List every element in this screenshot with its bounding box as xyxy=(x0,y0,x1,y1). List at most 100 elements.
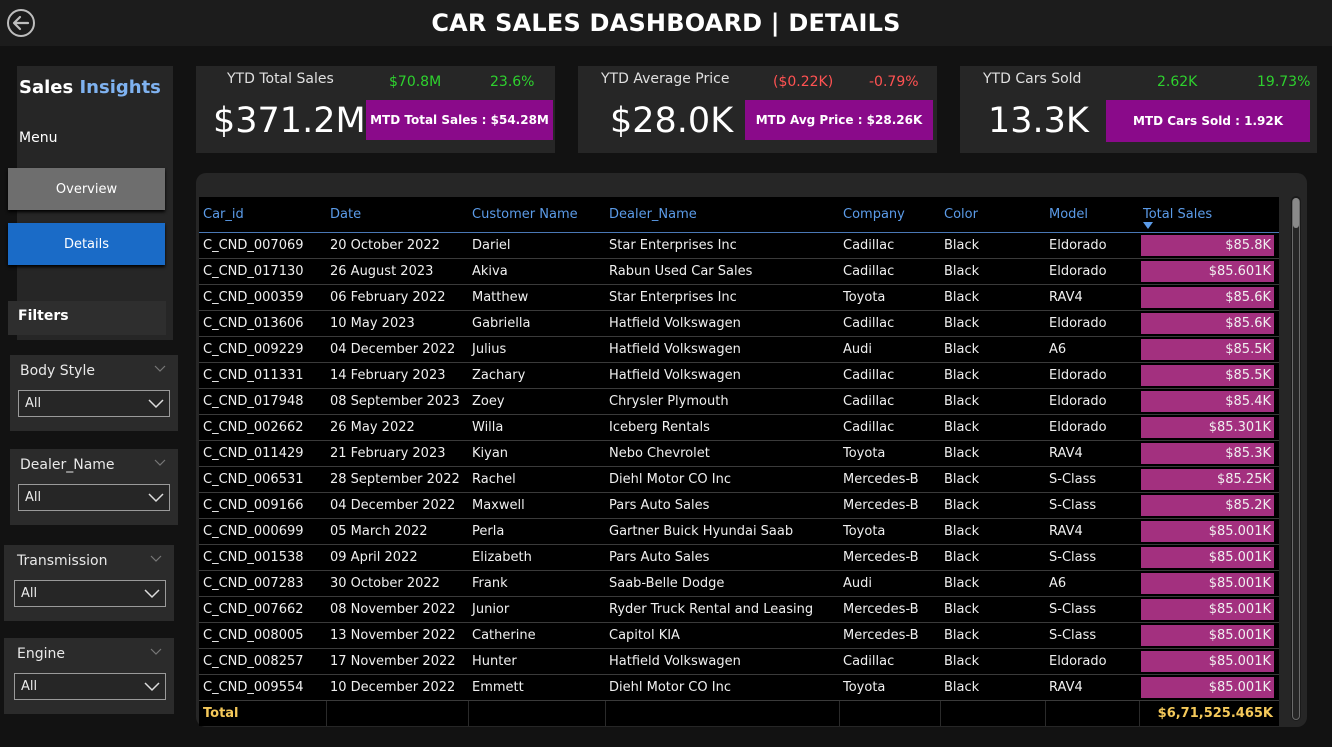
total-sales-cell: $85.8K xyxy=(1139,232,1279,259)
table-cell: Saab-Belle Dodge xyxy=(605,570,839,597)
table-row[interactable]: C_CND_008005 13 November 2022 Catherine Cap… xyxy=(199,622,1279,649)
table-row[interactable]: C_CND_000699 05 March 2022 Perla Gartner Bu… xyxy=(199,518,1279,545)
mtd-avg-price-button[interactable]: MTD Avg Price : $28.26K xyxy=(745,100,933,140)
chevron-down-icon[interactable] xyxy=(150,555,162,563)
table-row[interactable]: C_CND_011429 21 February 2023 Kiyan Nebo Ch… xyxy=(199,440,1279,467)
total-sales-cell: $85.25K xyxy=(1139,466,1279,493)
scrollbar-track-outline[interactable] xyxy=(1292,198,1300,720)
table-cell: C_CND_009554 xyxy=(199,674,326,701)
table-row[interactable]: C_CND_008257 17 November 2022 Hunter Hatfie… xyxy=(199,648,1279,675)
table-row[interactable]: C_CND_009554 10 December 2022 Emmett Diehl … xyxy=(199,674,1279,701)
table-cell: Zachary xyxy=(468,362,605,389)
table-cell: Toyota xyxy=(839,440,940,467)
column-header[interactable]: Car_id xyxy=(199,197,326,233)
kpi-value: $371.2M xyxy=(213,101,366,141)
sort-desc-icon xyxy=(1143,221,1153,229)
sales-data-bar: $85.001K xyxy=(1141,598,1274,620)
total-empty-cell xyxy=(939,699,1045,726)
table-row[interactable]: C_CND_007662 08 November 2022 Junior Ryder … xyxy=(199,596,1279,623)
table-cell: Star Enterprises Inc xyxy=(605,232,839,259)
total-sales-cell: $85.2K xyxy=(1139,492,1279,519)
transmission-dropdown[interactable]: All xyxy=(14,580,166,607)
table-cell: Akiva xyxy=(468,258,605,285)
table-cell: C_CND_007069 xyxy=(199,232,326,259)
table-row[interactable]: C_CND_009166 04 December 2022 Maxwell Pars … xyxy=(199,492,1279,519)
table-row[interactable]: C_CND_017130 26 August 2023 Akiva Rabun Use… xyxy=(199,258,1279,285)
header-bar: CAR SALES DASHBOARD | DETAILS xyxy=(0,0,1332,46)
brand-part2: Insights xyxy=(79,77,161,98)
table-cell: Cadillac xyxy=(839,310,940,337)
details-table: Car_id Date Customer Name Dealer_Name Co… xyxy=(199,197,1279,726)
table-cell: 05 March 2022 xyxy=(326,518,468,545)
table-row[interactable]: C_CND_009229 04 December 2022 Julius Hatfie… xyxy=(199,336,1279,363)
table-row[interactable]: C_CND_013606 10 May 2023 Gabriella Hatfield… xyxy=(199,310,1279,337)
total-value: $6,71,525.465K xyxy=(1138,699,1279,726)
filters-label: Filters xyxy=(18,308,69,324)
slicer-title: Body Style xyxy=(20,363,95,379)
sales-data-bar: $85.6K xyxy=(1141,312,1274,334)
table-row[interactable]: C_CND_006531 28 September 2022 Rachel Diehl… xyxy=(199,466,1279,493)
table-cell: C_CND_006531 xyxy=(199,466,326,493)
kpi-delta: $70.8M xyxy=(389,74,442,90)
chevron-down-icon[interactable] xyxy=(154,365,166,373)
kpi-delta-pct: -0.79% xyxy=(869,74,919,90)
slicer-engine: Engine All xyxy=(4,638,174,714)
chevron-down-icon xyxy=(144,589,160,599)
column-header[interactable]: Company xyxy=(839,197,940,233)
sales-data-bar: $85.001K xyxy=(1141,676,1274,698)
table-row[interactable]: C_CND_007283 30 October 2022 Frank Saab-Bel… xyxy=(199,570,1279,597)
slicer-title: Transmission xyxy=(17,553,108,569)
kpi-value: $28.0K xyxy=(610,101,734,141)
table-row[interactable]: C_CND_000359 06 February 2022 Matthew Star … xyxy=(199,284,1279,311)
column-header[interactable]: Date xyxy=(326,197,468,233)
column-header[interactable]: Model xyxy=(1045,197,1139,233)
table-cell: Nebo Chevrolet xyxy=(605,440,839,467)
overview-button[interactable]: Overview xyxy=(8,168,165,210)
column-header-total-sales[interactable]: Total Sales xyxy=(1139,197,1279,233)
table-cell: Rachel xyxy=(468,466,605,493)
chevron-down-icon[interactable] xyxy=(154,459,166,467)
table-cell: Chrysler Plymouth xyxy=(605,388,839,415)
table-cell: Perla xyxy=(468,518,605,545)
sales-data-bar: $85.001K xyxy=(1141,624,1274,646)
engine-dropdown[interactable]: All xyxy=(14,673,166,700)
table-cell: Eldorado xyxy=(1045,648,1139,675)
table-cell: Hunter xyxy=(468,648,605,675)
table-cell: Ryder Truck Rental and Leasing xyxy=(605,596,839,623)
table-row[interactable]: C_CND_011331 14 February 2023 Zachary Hatfi… xyxy=(199,362,1279,389)
table-cell: Black xyxy=(940,622,1045,649)
chevron-down-icon[interactable] xyxy=(150,648,162,656)
table-cell: 13 November 2022 xyxy=(326,622,468,649)
total-sales-cell: $85.001K xyxy=(1139,596,1279,623)
table-cell: 08 November 2022 xyxy=(326,596,468,623)
chevron-down-icon xyxy=(144,682,160,692)
table-cell: S-Class xyxy=(1045,596,1139,623)
sales-data-bar: $85.001K xyxy=(1141,572,1274,594)
dropdown-value: All xyxy=(25,396,42,411)
table-cell: Star Enterprises Inc xyxy=(605,284,839,311)
table-cell: 17 November 2022 xyxy=(326,648,468,675)
dealer-name-dropdown[interactable]: All xyxy=(18,484,170,511)
scrollbar-thumb[interactable] xyxy=(1293,198,1299,228)
table-cell: Black xyxy=(940,388,1045,415)
mtd-cars-sold-button[interactable]: MTD Cars Sold : 1.92K xyxy=(1106,100,1310,142)
table-row[interactable]: C_CND_017948 08 September 2023 Zoey Chrysle… xyxy=(199,388,1279,415)
total-sales-cell: $85.601K xyxy=(1139,258,1279,285)
table-header-row: Car_id Date Customer Name Dealer_Name Co… xyxy=(199,197,1279,233)
body-style-dropdown[interactable]: All xyxy=(18,390,170,417)
total-empty-cell xyxy=(838,699,940,726)
mtd-total-sales-button[interactable]: MTD Total Sales : $54.28M xyxy=(366,100,553,140)
table-cell: C_CND_001538 xyxy=(199,544,326,571)
table-cell: Black xyxy=(940,674,1045,701)
table-cell: Black xyxy=(940,492,1045,519)
table-cell: Maxwell xyxy=(468,492,605,519)
table-row[interactable]: C_CND_001538 09 April 2022 Elizabeth Pars A… xyxy=(199,544,1279,571)
table-row[interactable]: C_CND_007069 20 October 2022 Dariel Star En… xyxy=(199,232,1279,259)
column-header[interactable]: Color xyxy=(940,197,1045,233)
sales-data-bar: $85.8K xyxy=(1141,234,1274,256)
column-header[interactable]: Dealer_Name xyxy=(605,197,839,233)
details-button[interactable]: Details xyxy=(8,223,165,265)
table-row[interactable]: C_CND_002662 26 May 2022 Willa Iceberg Rent… xyxy=(199,414,1279,441)
column-header[interactable]: Customer Name xyxy=(468,197,605,233)
total-sales-cell: $85.4K xyxy=(1139,388,1279,415)
